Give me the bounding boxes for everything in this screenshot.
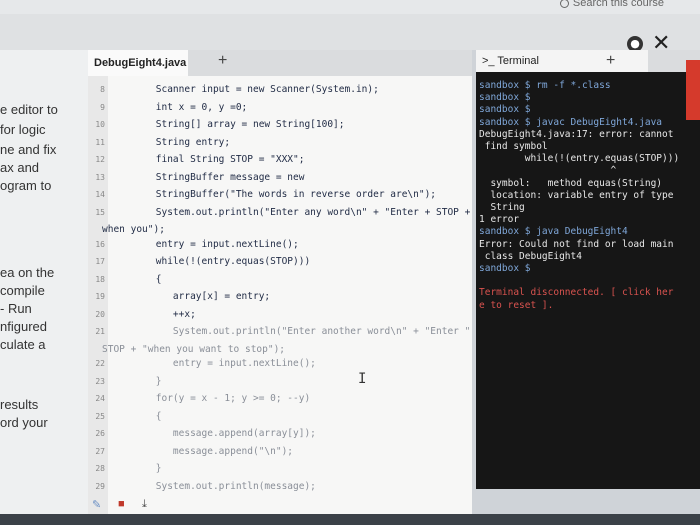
add-terminal-icon[interactable]: + xyxy=(606,52,615,70)
download-icon[interactable]: ⤓ xyxy=(142,498,147,511)
side-edge-strip xyxy=(686,60,700,120)
line-number: 20 xyxy=(95,309,105,319)
header-bar: ● ✕ xyxy=(0,14,700,56)
line-number: 19 xyxy=(95,292,105,301)
code-line[interactable]: for(y = x - 1; y >= 0; --y) xyxy=(110,393,310,404)
instruction-line: ea on the xyxy=(0,265,55,280)
text-cursor-icon: I xyxy=(358,371,367,387)
instruction-line: ne and fix xyxy=(0,142,57,157)
line-number: 10 xyxy=(95,120,105,129)
terminal-line[interactable]: Terminal disconnected. [ click her xyxy=(479,287,673,298)
code-line[interactable]: } xyxy=(110,463,162,474)
line-number: 16 xyxy=(95,239,105,249)
instruction-line: ogram to xyxy=(0,178,52,193)
instruction-line: - Run xyxy=(0,301,32,316)
code-line[interactable]: System.out.println(message); xyxy=(110,481,316,492)
tab-terminal[interactable]: >_ Terminal xyxy=(476,50,648,72)
terminal-line: location: variable entry of type xyxy=(479,189,674,201)
code-line[interactable]: { xyxy=(110,411,162,422)
search-icon xyxy=(559,0,569,8)
terminal-line: sandbox $ rm -f *.class xyxy=(479,80,611,91)
code-line[interactable]: while(!(entry.equas(STOP))) xyxy=(110,256,310,267)
terminal-line[interactable]: e to reset ]. xyxy=(479,300,553,311)
line-number: 12 xyxy=(95,155,105,164)
code-line[interactable]: when you"); xyxy=(102,224,165,235)
tab-debugeight4[interactable]: DebugEight4.java xyxy=(88,50,188,76)
code-line[interactable]: { xyxy=(110,274,162,285)
terminal-line: class DebugEight4 xyxy=(479,250,582,262)
terminal-line: sandbox $ xyxy=(479,92,531,104)
search-course-link[interactable]: Search this course xyxy=(559,0,664,9)
instruction-line: e editor to xyxy=(0,102,58,117)
code-line[interactable]: StringBuffer message = new xyxy=(110,172,305,183)
line-number: 8 xyxy=(100,85,105,94)
terminal-output[interactable]: sandbox $ rm -f *.class sandbox $ sandbox … xyxy=(476,72,700,489)
terminal-line: sandbox $ xyxy=(479,104,531,116)
line-number: 14 xyxy=(95,190,105,199)
code-line[interactable]: System.out.println("Enter any word\n" + … xyxy=(110,207,471,218)
code-line[interactable]: STOP + "when you want to stop"); xyxy=(102,344,285,355)
line-number: 18 xyxy=(95,274,105,284)
line-number: 23 xyxy=(95,376,105,386)
code-line[interactable]: Scanner input = new Scanner(System.in); xyxy=(110,84,379,95)
code-line[interactable]: int x = 0, y =0; xyxy=(110,102,248,113)
bottom-bar xyxy=(0,514,700,525)
editor-tab-bar: DebugEight4.java + xyxy=(88,50,472,76)
trash-icon[interactable]: ■ xyxy=(118,498,125,510)
code-line[interactable]: message.append("\n"); xyxy=(110,446,293,457)
terminal-line: 1 error xyxy=(479,214,520,226)
code-line[interactable]: entry = input.nextLine(); xyxy=(110,358,316,369)
line-number: 25 xyxy=(95,411,105,421)
code-editor[interactable]: 8 Scanner input = new Scanner(System.in)… xyxy=(88,76,472,514)
code-line[interactable]: ++x; xyxy=(110,309,196,320)
line-number: 26 xyxy=(95,429,105,438)
terminal-line: DebugEight4.java:17: error: cannot xyxy=(479,128,674,140)
line-number: 9 xyxy=(100,102,105,112)
code-line[interactable]: message.append(array[y]); xyxy=(110,428,316,439)
code-line[interactable]: StringBuffer("The words in reverse order… xyxy=(110,189,436,200)
terminal-line: ^ xyxy=(479,165,617,177)
code-line[interactable]: String[] array = new String[100]; xyxy=(110,119,345,130)
line-number: 11 xyxy=(95,137,105,147)
editor-toolbar: ✎ ■ ⤓ xyxy=(88,496,472,514)
pencil-icon[interactable]: ✎ xyxy=(92,498,101,511)
terminal-line: find symbol xyxy=(479,141,548,152)
terminal-line: Error: Could not find or load main xyxy=(479,238,674,250)
search-label: Search this course xyxy=(572,0,664,9)
line-number: 17 xyxy=(95,257,105,266)
line-number: 15 xyxy=(95,207,105,217)
line-number: 21 xyxy=(95,327,105,336)
code-line[interactable]: System.out.println("Enter another word\n… xyxy=(110,326,472,337)
terminal-line: while(!(entry.equas(STOP))) xyxy=(479,153,680,165)
code-line[interactable]: array[x] = entry; xyxy=(110,291,270,302)
code-line[interactable]: } xyxy=(110,376,162,387)
line-number: 22 xyxy=(95,359,105,368)
instruction-line: ax and xyxy=(0,160,40,175)
terminal-line: sandbox $ java DebugEight4 xyxy=(479,226,628,238)
line-number: 27 xyxy=(95,446,105,456)
line-number: 24 xyxy=(95,394,105,403)
line-number: 13 xyxy=(95,172,105,182)
terminal-line: String xyxy=(479,202,525,213)
terminal-line: sandbox $ xyxy=(479,263,531,274)
code-line[interactable]: String entry; xyxy=(110,137,230,148)
instruction-line: for logic xyxy=(0,122,46,137)
line-number: 29 xyxy=(95,481,105,491)
terminal-line: sandbox $ javac DebugEight4.java xyxy=(479,116,663,128)
instruction-line: ord your xyxy=(0,415,48,430)
instruction-line: culate a xyxy=(0,337,46,352)
terminal-line: symbol: method equas(String) xyxy=(479,177,663,189)
instruction-line: compile xyxy=(0,283,45,298)
add-file-icon[interactable]: + xyxy=(218,52,227,70)
instruction-line: results xyxy=(0,397,39,412)
instruction-line: nfigured xyxy=(0,319,47,334)
code-line[interactable]: final String STOP = "XXX"; xyxy=(110,154,305,165)
instructions-panel: e editor to for logic ne and fix ax and ogra… xyxy=(0,50,88,525)
line-number: 28 xyxy=(95,464,105,473)
top-strip: Search this course xyxy=(0,0,700,14)
code-line[interactable]: entry = input.nextLine(); xyxy=(110,239,299,250)
